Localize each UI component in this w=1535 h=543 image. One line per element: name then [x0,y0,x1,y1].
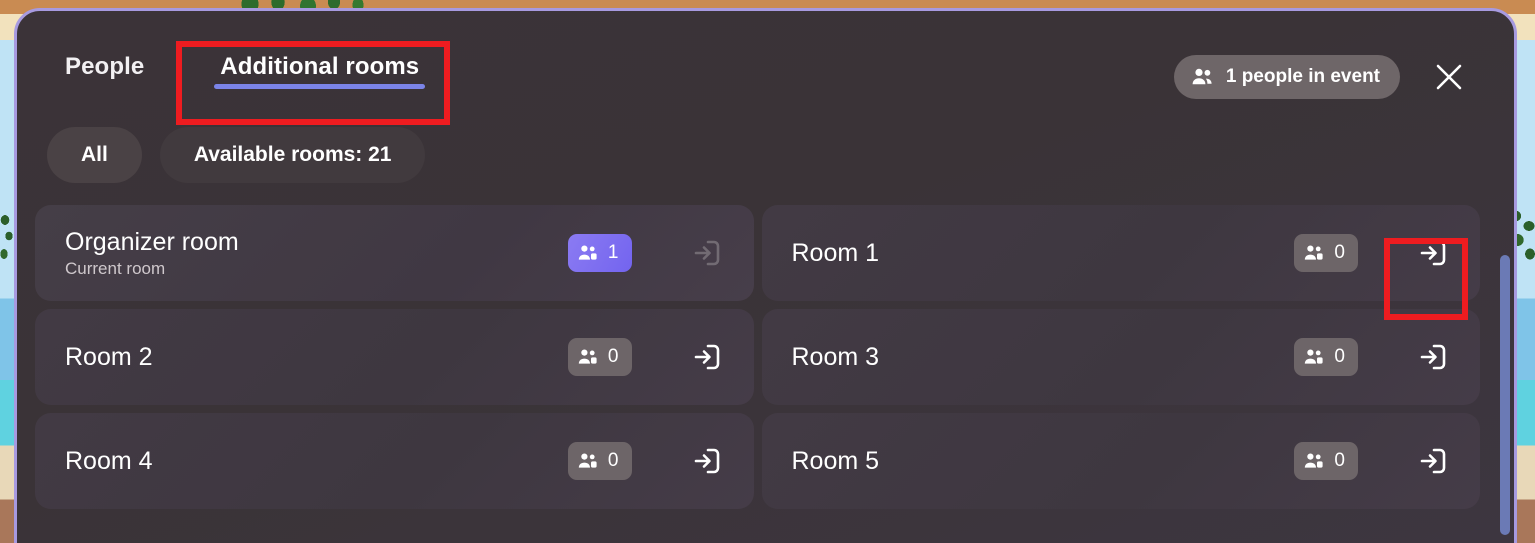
room-card-room-3[interactable]: Room 3 0 [761,309,1480,405]
room-occupant-count-badge: 0 [567,442,632,480]
panel-header: People Additional rooms 1 people in even… [17,11,1514,133]
room-occupant-count-badge: 0 [1294,338,1358,376]
room-text: Room 2 [65,343,153,372]
room-occupant-count: 1 [607,242,619,263]
room-card-organizer-room[interactable]: Organizer room Current room 1 [35,205,754,301]
header-actions: 1 people in event [1173,11,1490,99]
tab-additional-rooms-label: Additional rooms [220,53,420,80]
room-text: Room 4 [65,447,153,476]
people-icon [1304,245,1324,261]
tab-bar: People Additional rooms [47,11,437,97]
room-text: Organizer room Current room [65,228,239,279]
room-occupant-count: 0 [607,450,619,471]
room-name: Organizer room [65,227,239,256]
room-card-room-1[interactable]: Room 1 0 [761,205,1480,301]
room-card-room-4[interactable]: Room 4 0 [35,413,754,509]
people-icon [1304,349,1324,365]
room-actions: 0 [567,336,728,378]
people-icon [578,453,598,469]
people-icon [1191,68,1213,86]
room-name: Room 4 [65,446,153,475]
room-occupant-count-badge: 0 [1294,442,1358,480]
join-room-2[interactable] [686,336,728,378]
join-room-1[interactable] [1412,232,1454,274]
room-name: Room 3 [791,342,880,371]
room-filter-chips: All Available rooms: 21 [17,127,1514,183]
room-text: Room 5 [792,447,880,476]
close-button[interactable] [1428,56,1470,98]
enter-room-icon [1416,444,1450,478]
room-subtitle: Current room [65,258,166,278]
room-name: Room 5 [791,446,880,475]
filter-chip-all[interactable]: All [47,127,142,183]
enter-room-icon [1416,340,1450,374]
enter-room-icon [690,236,724,270]
rooms-scrollbar-track[interactable] [1500,243,1510,543]
room-occupant-count-badge: 0 [567,338,632,376]
room-name: Room 1 [791,238,880,267]
room-card-room-2[interactable]: Room 2 0 [35,309,754,405]
room-actions: 0 [1294,440,1454,482]
filter-chip-available-rooms[interactable]: Available rooms: 21 [159,127,426,183]
room-occupant-count: 0 [1334,450,1345,471]
filter-chip-available-rooms-label: Available rooms: 21 [193,143,392,166]
people-in-event-label: 1 people in event [1225,66,1380,87]
people-icon [578,349,598,365]
close-icon [1433,61,1465,93]
room-card-room-5[interactable]: Room 5 0 [761,413,1480,509]
rooms-grid: Organizer room Current room 1 Room 1 0 R… [17,205,1514,509]
join-room-4[interactable] [686,440,728,482]
enter-room-icon [690,340,724,374]
tab-active-underline [214,84,426,89]
room-occupant-count: 0 [1334,346,1345,367]
people-in-event-badge[interactable]: 1 people in event [1173,55,1400,99]
tab-additional-rooms[interactable]: Additional rooms [202,53,437,97]
join-room-3[interactable] [1412,336,1454,378]
join-room-organizer-room [686,232,728,274]
people-icon [1304,453,1324,469]
filter-chip-all-label: All [81,143,108,166]
room-occupant-count-badge: 0 [1294,234,1358,272]
enter-room-icon [690,444,724,478]
rooms-scrollbar-thumb[interactable] [1500,255,1510,535]
room-actions: 0 [567,440,728,482]
background-tree-left [0,212,14,274]
room-occupant-count: 0 [1334,242,1345,263]
room-occupant-count: 0 [607,346,619,367]
room-text: Room 3 [792,343,880,372]
room-actions: 1 [567,232,728,274]
join-room-5[interactable] [1412,440,1454,482]
tab-people[interactable]: People [47,53,162,97]
additional-rooms-panel: People Additional rooms 1 people in even… [14,8,1517,543]
room-occupant-count-badge: 1 [567,234,632,272]
room-actions: 0 [1294,336,1454,378]
room-text: Room 1 [792,239,880,268]
room-actions: 0 [1294,232,1454,274]
enter-room-icon [1416,236,1450,270]
room-name: Room 2 [65,342,153,371]
tab-people-label: People [65,53,145,80]
people-icon [578,245,598,261]
